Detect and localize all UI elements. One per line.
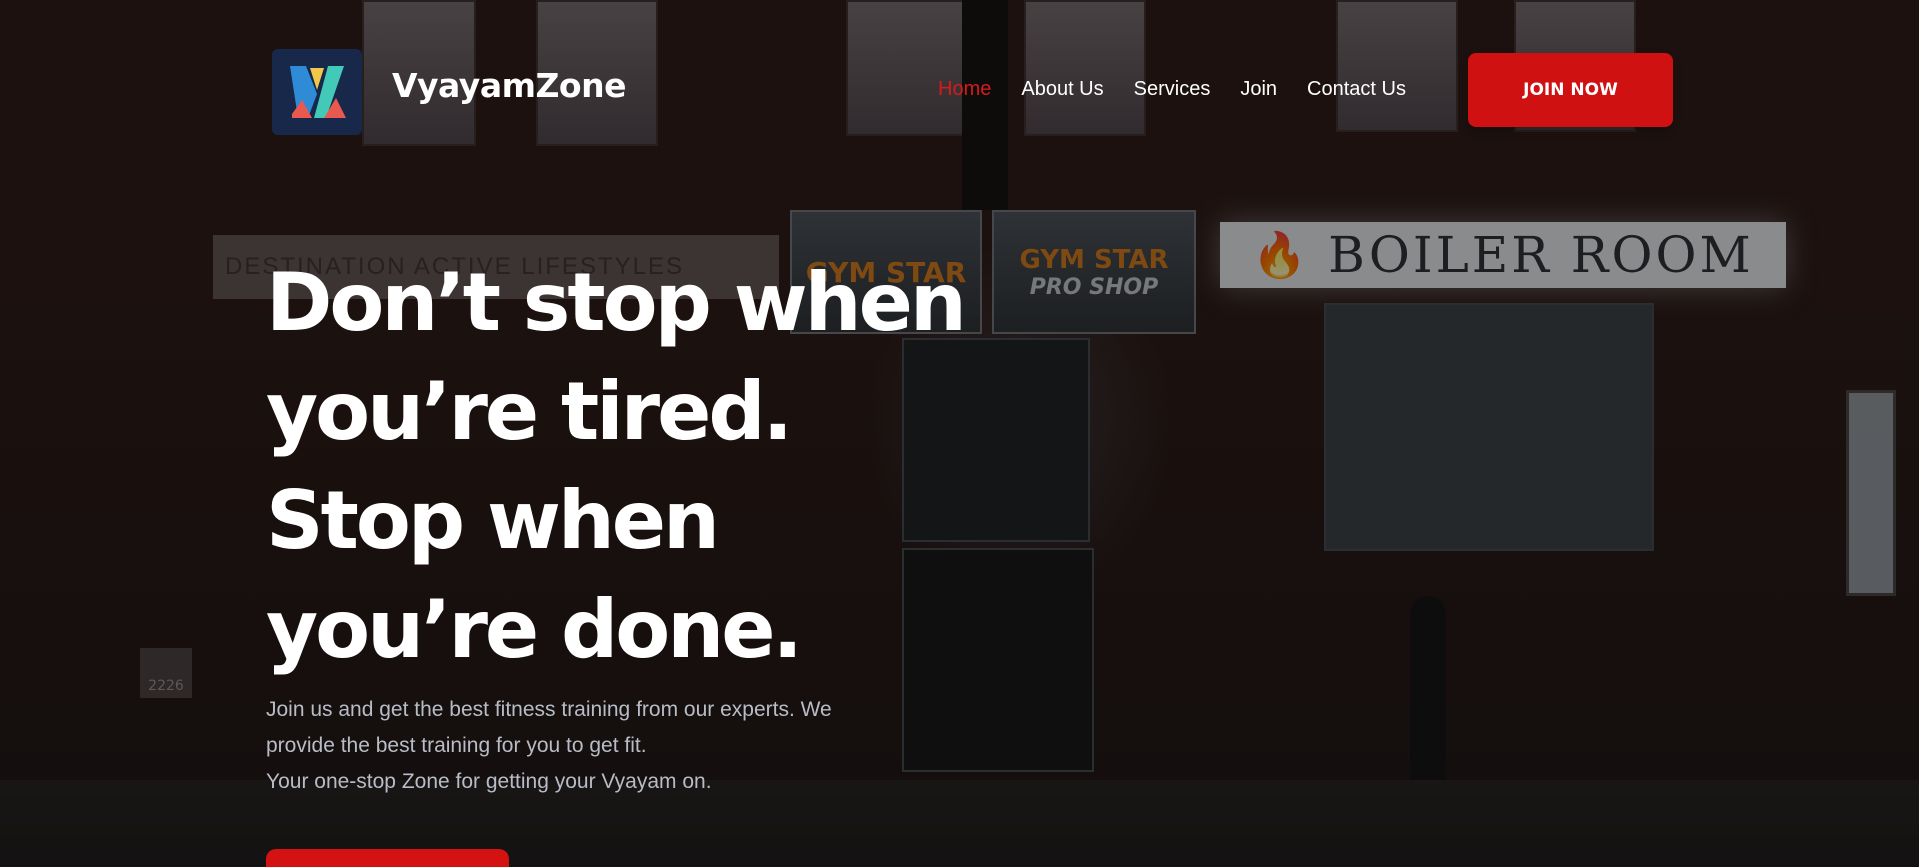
headline-line: you’re tired.	[266, 365, 793, 458]
hero-description: Join us and get the best fitness trainin…	[266, 692, 966, 800]
nav-item-services[interactable]: Services	[1134, 78, 1211, 101]
vyayamzone-logo-icon[interactable]	[272, 49, 362, 135]
headline-line: Stop when	[266, 474, 720, 567]
description-line: provide the best training for you to get…	[266, 734, 647, 757]
hero-headline: Don’t stop when you’re tired. Stop when …	[266, 248, 1026, 684]
brand-name[interactable]: VyayamZone	[392, 66, 626, 105]
join-now-button[interactable]: JOIN NOW	[1468, 53, 1673, 127]
description-line: Your one-stop Zone for getting your Vyay…	[266, 770, 712, 793]
nav-item-contact-us[interactable]: Contact Us	[1307, 78, 1406, 101]
hero-cta-button[interactable]	[266, 849, 509, 867]
headline-line: Don’t stop when	[266, 256, 967, 349]
headline-line: you’re done.	[266, 583, 803, 676]
top-navbar: VyayamZone Home About Us Services Join C…	[0, 0, 1919, 180]
main-menu: Home About Us Services Join Contact Us	[938, 78, 1406, 101]
nav-item-about-us[interactable]: About Us	[1021, 78, 1103, 101]
logo-mark-icon	[290, 66, 346, 118]
hero-section: DESTINATION ACTIVE LIFESTYLES GYM STAR G…	[0, 0, 1919, 867]
description-line: Join us and get the best fitness trainin…	[266, 698, 832, 721]
nav-item-home[interactable]: Home	[938, 78, 991, 101]
nav-item-join[interactable]: Join	[1240, 78, 1277, 101]
